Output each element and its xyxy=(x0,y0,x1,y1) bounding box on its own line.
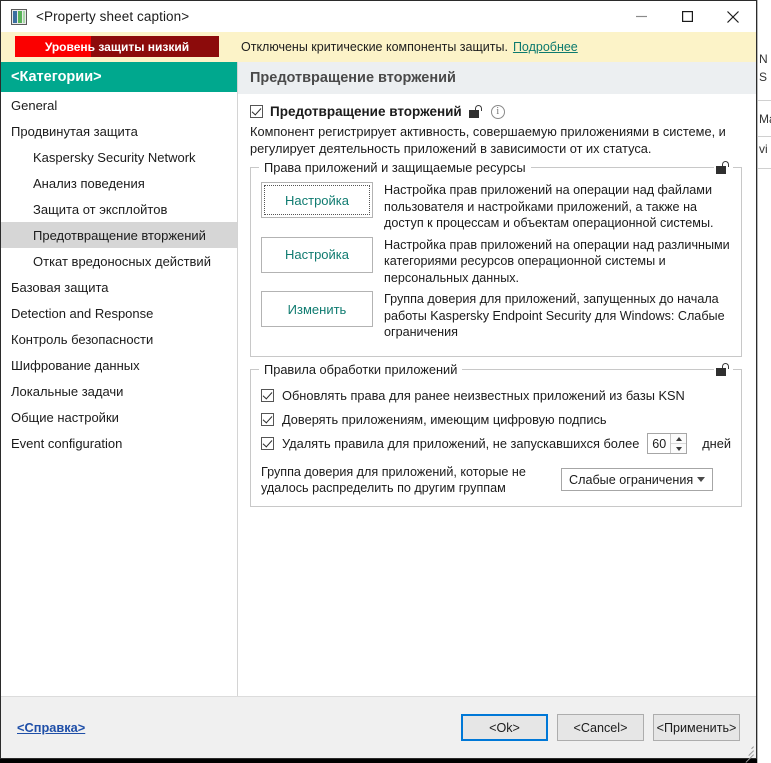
sidebar-item-general-settings[interactable]: Общие настройки xyxy=(1,404,237,430)
edit-startup-trust-group-button[interactable]: Изменить xyxy=(261,291,373,327)
footer-buttons: <Ok> <Cancel> <Применить> xyxy=(461,714,740,741)
dialog-body: <Категории> General Продвинутая защита K… xyxy=(1,62,756,696)
rule-row: Обновлять права для ранее неизвестных пр… xyxy=(261,384,731,408)
unlocked-padlock-icon[interactable] xyxy=(714,362,733,376)
property-sheet-dialog: <Property sheet caption> Уровень защиты … xyxy=(0,0,757,763)
app-window-icon xyxy=(11,8,27,25)
configure-application-rights-button[interactable]: Настройка xyxy=(261,182,373,218)
default-trust-group-row: Группа доверия для приложений, которые н… xyxy=(261,464,731,496)
stale-days-stepper[interactable]: 60 xyxy=(647,433,688,454)
background-window-divider xyxy=(758,100,771,101)
rule-row: Доверять приложениям, имеющим цифровую п… xyxy=(261,408,731,432)
group-application-rules: Правила обработки приложений Обновлять п… xyxy=(250,361,742,507)
configure-protected-resources-button[interactable]: Настройка xyxy=(261,236,373,273)
sidebar-header: <Категории> xyxy=(1,62,237,92)
group-application-rights: Права приложений и защищаемые ресурсы На… xyxy=(250,160,742,357)
stale-days-arrows xyxy=(670,434,687,453)
background-window-divider xyxy=(758,168,771,169)
default-trust-group-label: Группа доверия для приложений, которые н… xyxy=(261,464,526,495)
content-pane: Предотвращение вторжений Предотвращение … xyxy=(238,62,756,696)
sidebar-item-detection-and-response[interactable]: Detection and Response xyxy=(1,300,237,326)
window-title: <Property sheet caption> xyxy=(36,9,190,24)
default-trust-group-value: Слабые ограничения xyxy=(569,472,694,487)
stepper-up-icon[interactable] xyxy=(671,434,687,444)
sidebar-item-exploit-prevention[interactable]: Защита от эксплойтов xyxy=(1,196,237,222)
group-application-rights-title: Права приложений и защищаемые ресурсы xyxy=(259,160,531,175)
component-enable-row: Предотвращение вторжений i xyxy=(250,104,742,119)
component-description: Компонент регистрирует активность, совер… xyxy=(250,124,726,156)
window-controls xyxy=(618,1,756,32)
sidebar-item-host-intrusion-prevention[interactable]: Предотвращение вторжений xyxy=(1,222,237,248)
sidebar-item-security-controls[interactable]: Контроль безопасности xyxy=(1,326,237,352)
sidebar-item-remediation-engine[interactable]: Откат вредоносных действий xyxy=(1,248,237,274)
background-window-divider xyxy=(758,136,771,137)
content-inner: Предотвращение вторжений i Компонент рег… xyxy=(238,94,756,519)
info-icon[interactable]: i xyxy=(490,104,505,119)
sidebar-item-general[interactable]: General xyxy=(1,92,237,118)
delete-stale-rules-checkbox[interactable] xyxy=(261,437,274,450)
configure-application-rights-description: Настройка прав приложений на операции на… xyxy=(384,183,714,230)
status-details-link[interactable]: Подробнее xyxy=(513,40,578,54)
protection-level-label: Уровень защиты низкий xyxy=(44,39,190,54)
rule-row: Удалять правила для приложений, не запус… xyxy=(261,432,731,456)
sidebar-item-behavior-analysis[interactable]: Анализ поведения xyxy=(1,170,237,196)
title-bar: <Property sheet caption> xyxy=(1,1,756,32)
maximize-icon[interactable] xyxy=(664,1,710,32)
status-bar: Уровень защиты низкий Отключены критичес… xyxy=(1,32,756,62)
delete-stale-rules-label: Удалять правила для приложений, не запус… xyxy=(282,436,640,451)
unlocked-padlock-icon[interactable] xyxy=(714,161,733,174)
update-rights-from-ksn-checkbox[interactable] xyxy=(261,389,274,402)
rights-row: Настройка Настройка прав приложений на о… xyxy=(261,182,731,232)
stepper-down-icon[interactable] xyxy=(671,444,687,453)
apply-button[interactable]: <Применить> xyxy=(653,714,740,741)
update-rights-from-ksn-label: Обновлять права для ранее неизвестных пр… xyxy=(282,388,685,403)
background-window-text: S xyxy=(759,70,768,84)
rights-row: Изменить Группа доверия для приложений, … xyxy=(261,291,731,341)
component-enable-checkbox[interactable] xyxy=(250,105,263,118)
rights-row: Настройка Настройка прав приложений на о… xyxy=(261,236,731,287)
background-window-text: vi xyxy=(759,142,768,156)
sidebar-item-advanced-protection[interactable]: Продвинутая защита xyxy=(1,118,237,144)
sidebar-item-data-encryption[interactable]: Шифрование данных xyxy=(1,352,237,378)
ok-button[interactable]: <Ok> xyxy=(461,714,548,741)
dialog-footer: <Справка> <Ok> <Cancel> <Применить> xyxy=(1,696,756,763)
sidebar-item-kaspersky-security-network[interactable]: Kaspersky Security Network xyxy=(1,144,237,170)
sidebar-item-event-configuration[interactable]: Event configuration xyxy=(1,430,237,456)
trust-digitally-signed-label: Доверять приложениям, имеющим цифровую п… xyxy=(282,412,607,427)
status-message: Отключены критические компоненты защиты. xyxy=(241,40,508,54)
background-window[interactable]: N S Ma vi xyxy=(757,0,771,763)
configure-protected-resources-description: Настройка прав приложений на операции на… xyxy=(384,237,730,285)
resize-grip[interactable] xyxy=(742,744,754,763)
component-title: Предотвращение вторжений xyxy=(270,104,462,119)
unlocked-padlock-icon[interactable] xyxy=(468,105,484,118)
sidebar-item-essential-threat-protection[interactable]: Базовая защита xyxy=(1,274,237,300)
cancel-button[interactable]: <Cancel> xyxy=(557,714,644,741)
page-title: Предотвращение вторжений xyxy=(238,62,756,94)
stale-days-units: дней xyxy=(702,436,731,451)
stale-days-value[interactable]: 60 xyxy=(648,434,670,453)
default-trust-group-select[interactable]: Слабые ограничения xyxy=(561,468,713,491)
background-window-text: Ma xyxy=(759,112,771,126)
group-application-rules-title: Правила обработки приложений xyxy=(259,361,463,377)
chevron-down-icon xyxy=(697,477,705,482)
categories-sidebar: <Категории> General Продвинутая защита K… xyxy=(1,62,238,696)
help-link[interactable]: <Справка> xyxy=(17,720,85,735)
protection-level-indicator: Уровень защиты низкий xyxy=(15,36,219,57)
close-icon[interactable] xyxy=(710,1,756,32)
sidebar-item-local-tasks[interactable]: Локальные задачи xyxy=(1,378,237,404)
trust-digitally-signed-checkbox[interactable] xyxy=(261,413,274,426)
background-window-text: N xyxy=(759,52,768,66)
edit-startup-trust-group-description: Группа доверия для приложений, запущенны… xyxy=(384,292,725,339)
minimize-icon[interactable] xyxy=(618,1,664,32)
